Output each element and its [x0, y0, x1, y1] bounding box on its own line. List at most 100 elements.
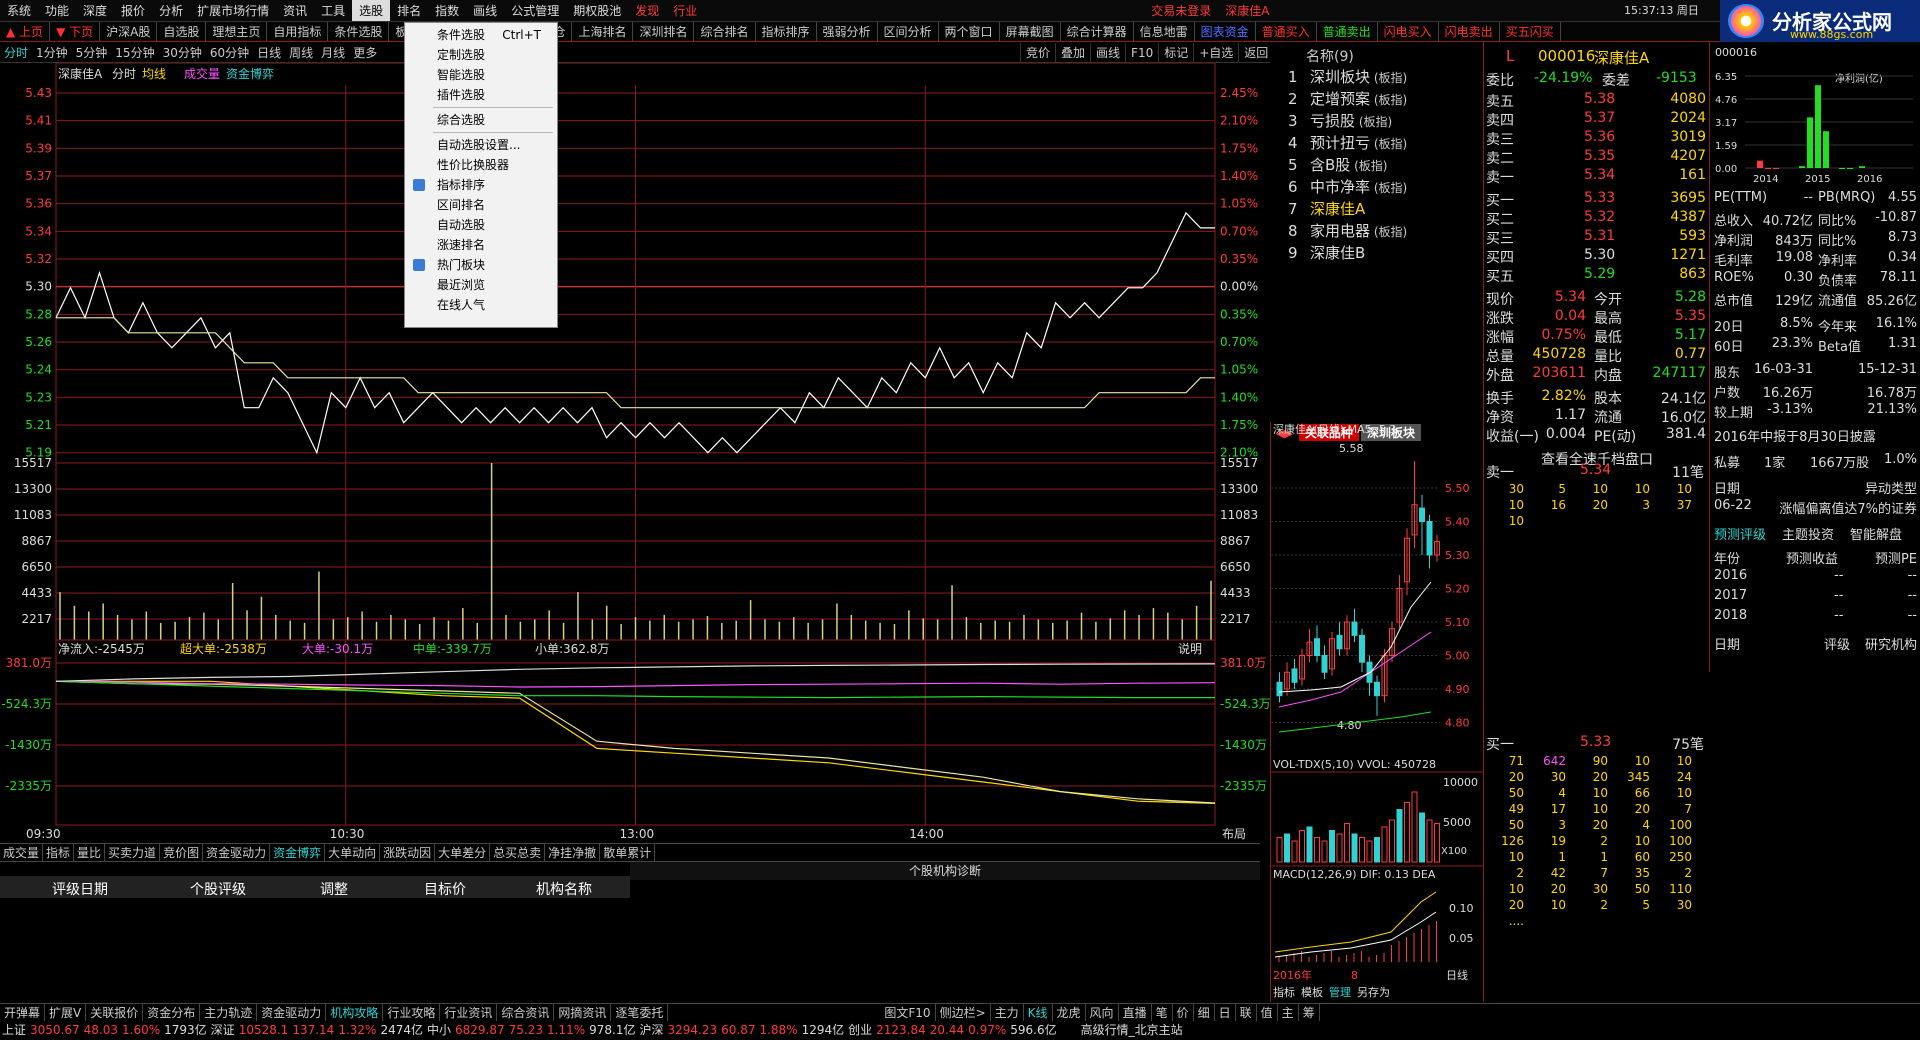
dropdown-item-3[interactable]: 插件选股	[405, 85, 557, 105]
period-7[interactable]: 周线	[285, 43, 317, 63]
flow-note[interactable]: 说明	[1178, 641, 1202, 656]
sell-level-4[interactable]: 卖一 5.34 161	[1484, 167, 1710, 186]
related-item-5[interactable]: 6 中市净率 (板指)	[1288, 176, 1407, 197]
chart-tool-6[interactable]: 返回	[1238, 43, 1273, 63]
dropdown-item-10[interactable]: 涨速排名	[405, 235, 557, 255]
toolbar-btn-0[interactable]: ▲ 上页	[0, 22, 51, 41]
period-2[interactable]: 5分钟	[72, 43, 112, 63]
related-item-0[interactable]: 1 深圳板块 (板指)	[1288, 66, 1407, 87]
toolbar-btn-16[interactable]: 两个窗口	[939, 22, 1000, 41]
toolbar-btn-1[interactable]: ▼ 下页	[50, 22, 101, 41]
function-tab-4[interactable]: 主力轨迹	[200, 1004, 258, 1022]
toolbar-btn-18[interactable]: 综合计算器	[1061, 22, 1134, 41]
toolbar-btn-24[interactable]: 闪电卖出	[1439, 22, 1500, 41]
menu-17[interactable]: 深康佳A	[1218, 0, 1276, 21]
menu-2[interactable]: 深度	[76, 0, 114, 21]
toolbar-btn-12[interactable]: 综合排名	[694, 22, 756, 41]
indicator-tab-0[interactable]: 成交量	[0, 844, 44, 862]
toolbar-btn-20[interactable]: 图表资金	[1195, 22, 1256, 41]
forecast-tab-1[interactable]: 主题投资	[1782, 524, 1834, 543]
menu-15[interactable]: 行业	[666, 0, 704, 21]
indicator-tab-10[interactable]: 总买总卖	[490, 844, 546, 862]
period-6[interactable]: 日线	[253, 43, 285, 63]
menu-1[interactable]: 功能	[38, 0, 76, 21]
dropdown-item-12[interactable]: 最近浏览	[405, 275, 557, 295]
toolbar-btn-5[interactable]: 自用指标	[267, 22, 329, 41]
period-3[interactable]: 15分钟	[111, 43, 158, 63]
function-tab-26[interactable]: 筹	[1299, 1004, 1320, 1022]
dropdown-item-0[interactable]: 条件选股 Ctrl+T	[405, 25, 557, 45]
menu-6[interactable]: 资讯	[276, 0, 314, 21]
menu-13[interactable]: 期权股池	[566, 0, 628, 21]
toolbar-btn-23[interactable]: 闪电买入	[1378, 22, 1439, 41]
period-0[interactable]: 分时	[0, 43, 32, 63]
related-item-7[interactable]: 8 家用电器 (板指)	[1288, 220, 1407, 241]
related-item-3[interactable]: 4 预计扭亏 (板指)	[1288, 132, 1407, 153]
dropdown-item-11[interactable]: 热门板块	[405, 255, 557, 275]
chart-tool-1[interactable]: 叠加	[1055, 43, 1090, 63]
period-1[interactable]: 1分钟	[32, 43, 72, 63]
function-tab-23[interactable]: 联	[1236, 1004, 1257, 1022]
minik-tab-0[interactable]: 指标	[1273, 985, 1295, 999]
indicator-tab-2[interactable]: 量比	[74, 844, 106, 862]
forecast-tab-0[interactable]: 预测评级	[1714, 524, 1766, 543]
layout-button[interactable]: 布局	[1222, 827, 1246, 841]
buy-level-0[interactable]: 买一 5.33 3695	[1484, 190, 1710, 209]
indicator-tab-11[interactable]: 净挂净撤	[545, 844, 601, 862]
related-item-6[interactable]: 7 深康佳A	[1288, 198, 1365, 219]
toolbar-btn-22[interactable]: 普通卖出	[1317, 22, 1378, 41]
chart-tool-2[interactable]: 画线	[1090, 43, 1125, 63]
minik-period[interactable]: 日线	[1446, 968, 1468, 982]
function-tab-13[interactable]: 侧边栏>	[936, 1004, 991, 1022]
indicator-tab-12[interactable]: 散单累计	[600, 844, 656, 862]
menu-14[interactable]: 发现	[628, 0, 666, 21]
function-tab-18[interactable]: 直播	[1119, 1004, 1152, 1022]
buy-level-3[interactable]: 买四 5.30 1271	[1484, 247, 1710, 266]
dropdown-item-9[interactable]: 自动选股	[405, 215, 557, 235]
menu-5[interactable]: 扩展市场行情	[190, 0, 276, 21]
indicator-tab-5[interactable]: 资金驱动力	[203, 844, 271, 862]
dropdown-item-7[interactable]: 指标排序	[405, 175, 557, 195]
chart-tool-5[interactable]: +自选	[1193, 43, 1238, 63]
forecast-tab-2[interactable]: 智能解盘	[1850, 524, 1902, 543]
period-8[interactable]: 月线	[317, 43, 349, 63]
toolbar-btn-10[interactable]: 上海排名	[572, 22, 634, 41]
indicator-tab-1[interactable]: 指标	[43, 844, 75, 862]
toolbar-btn-6[interactable]: 条件选股	[328, 22, 390, 41]
function-tab-6[interactable]: 机构攻略	[326, 1004, 384, 1022]
intraday-chart-area[interactable]: 深康佳A 分时 均线 成交量 资金博弈 5.43 2.45% 5.41 2.10% 5.39 1.7…	[0, 62, 1271, 843]
function-tab-16[interactable]: 龙虎	[1053, 1004, 1086, 1022]
related-item-2[interactable]: 3 亏损股 (板指)	[1288, 110, 1392, 131]
toolbar-btn-21[interactable]: 普通买入	[1256, 22, 1317, 41]
function-tab-21[interactable]: 细	[1194, 1004, 1215, 1022]
menu-0[interactable]: 系统	[0, 0, 38, 21]
dropdown-item-6[interactable]: 性价比换股器	[405, 155, 557, 175]
dropdown-item-1[interactable]: 定制选股	[405, 45, 557, 65]
function-tab-9[interactable]: 综合资讯	[497, 1004, 555, 1022]
menu-16[interactable]: 交易未登录	[1144, 0, 1218, 21]
indicator-tab-7[interactable]: 大单动向	[325, 844, 381, 862]
menu-8[interactable]: 选股	[352, 0, 391, 21]
function-tab-2[interactable]: 关联报价	[86, 1004, 144, 1022]
function-tab-10[interactable]: 网摘资讯	[554, 1004, 612, 1022]
sell-level-3[interactable]: 卖二 5.35 4207	[1484, 148, 1710, 167]
mini-kline-chart[interactable]: 深康佳A(日线) MA5: 5.3 5.50 5.40 5.30 5.20 5.10 5.0…	[1271, 422, 1484, 1002]
toolbar-btn-11[interactable]: 深圳排名	[633, 22, 695, 41]
toolbar-btn-25[interactable]: 买五闪买	[1500, 22, 1561, 41]
function-tab-0[interactable]: 开弹幕	[0, 1004, 46, 1022]
chart-tool-0[interactable]: 竞价	[1020, 43, 1055, 63]
function-tab-12[interactable]: 图文F10	[880, 1004, 936, 1022]
function-tab-1[interactable]: 扩展V	[45, 1004, 87, 1022]
function-tab-22[interactable]: 日	[1215, 1004, 1236, 1022]
menu-11[interactable]: 画线	[466, 0, 504, 21]
related-item-8[interactable]: 9 深康佳B	[1288, 242, 1365, 263]
sell-level-0[interactable]: 卖五 5.38 4080	[1484, 91, 1710, 110]
toolbar-btn-14[interactable]: 强弱分析	[817, 22, 878, 41]
dropdown-item-4[interactable]: 综合选股	[405, 110, 557, 130]
minik-tab-3[interactable]: 另存为	[1357, 985, 1390, 999]
indicator-tab-9[interactable]: 大单差分	[435, 844, 491, 862]
toolbar-btn-4[interactable]: 理想主页	[206, 22, 268, 41]
toolbar-btn-2[interactable]: 沪深A股	[100, 22, 158, 41]
toolbar-btn-13[interactable]: 指标排序	[756, 22, 817, 41]
menu-10[interactable]: 指数	[428, 0, 466, 21]
